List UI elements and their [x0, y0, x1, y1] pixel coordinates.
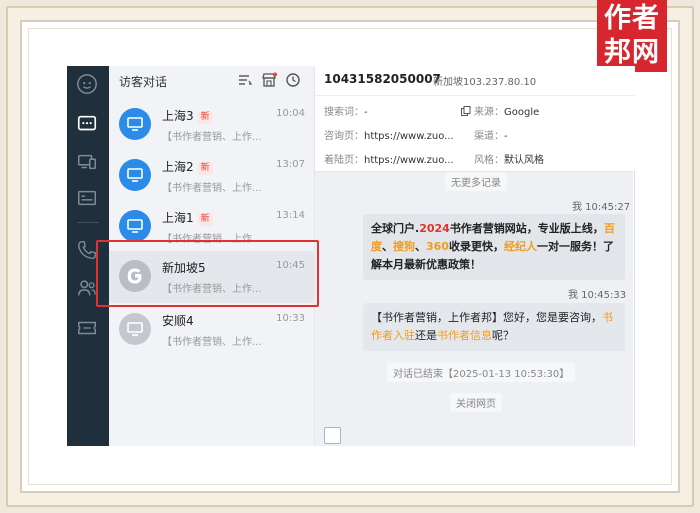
conversation-header: 10431582050007 新加坡103.237.80.10 [315, 66, 635, 96]
chat-history: 无更多记录 我 10:45:27 全球门户.2024书作者营销网站，专业版上线，… [315, 171, 633, 446]
logo-line-1: 作者 [604, 3, 660, 34]
message-bubble: 全球门户.2024书作者营销网站，专业版上线，百度、搜狗、360收录更快，经纪人… [363, 214, 625, 280]
new-badge: 新 [197, 213, 213, 226]
monitor-avatar-icon [119, 210, 151, 242]
highlight-box [96, 240, 319, 307]
visitor-location: 新加坡103.237.80.10 [433, 77, 537, 88]
visitor-item-anshun4[interactable]: 安顺4 10:33 【书作者营销、上作... [109, 304, 315, 356]
consult-page-row: 咨询页：https://www.zuo... [324, 131, 454, 142]
visitor-name: 上海1 新 [162, 209, 213, 226]
visitor-snippet: 【书作者营销、上作... [162, 183, 262, 194]
message-input[interactable] [324, 427, 341, 444]
agent-avatar-icon[interactable] [75, 72, 99, 96]
chat-icon[interactable] [75, 112, 99, 136]
copy-icon[interactable] [461, 106, 471, 116]
visitor-time: 13:07 [276, 159, 305, 170]
message-meta: 我 10:45:33 [568, 290, 627, 301]
rail-divider [77, 222, 99, 223]
devices-icon[interactable] [75, 150, 99, 174]
visitor-time: 10:04 [276, 108, 305, 119]
brand-logo: 作者 邦网 [597, 0, 667, 72]
page-closed-notice: 关闭网页 [450, 393, 502, 412]
monitor-avatar-icon [119, 108, 151, 140]
visitor-name: 安顺4 [162, 314, 194, 328]
style-row: 风格：默认风格 [474, 155, 544, 166]
landing-page-link[interactable]: https://www.zuo... [364, 155, 454, 166]
monitor-avatar-icon [119, 159, 151, 191]
visitor-item-shanghai2[interactable]: 上海2 新 13:07 【书作者营销、上作... [109, 150, 315, 202]
store-icon[interactable] [261, 72, 277, 88]
new-badge: 新 [197, 111, 213, 124]
visitor-snippet: 【书作者营销、上作... [162, 337, 262, 348]
visitor-name: 上海3 新 [162, 107, 213, 124]
search-term-row: 搜索词：- [324, 107, 368, 118]
landing-page-row: 着陆页：https://www.zuo... [324, 155, 454, 166]
visitor-list-title: 访客对话 [119, 75, 168, 89]
new-badge: 新 [197, 162, 213, 175]
conversation-ended-notice: 对话已结束【2025-01-13 10:53:30】 [387, 363, 576, 382]
channel-row: 渠道：- [474, 131, 508, 142]
visitor-time: 10:33 [276, 313, 305, 324]
ticket-icon[interactable] [75, 316, 99, 340]
monitor-avatar-icon [119, 313, 151, 345]
message-meta: 我 10:45:27 [572, 202, 631, 213]
clock-icon[interactable] [285, 72, 301, 88]
visitor-list-header: 访客对话 [109, 66, 315, 96]
chat-scrollbar[interactable] [634, 171, 635, 446]
source-row: 来源：Google [461, 103, 539, 118]
card-icon[interactable] [75, 186, 99, 210]
visitor-item-shanghai3[interactable]: 上海3 新 10:04 【书作者营销、上作... [109, 99, 315, 151]
message-bubble: 【书作者营销，上作者邦】您好，您是要咨询，书作者入驻还是书作者信息呢？ [363, 303, 625, 351]
visitor-snippet: 【书作者营销、上作... [162, 132, 262, 143]
visitor-id: 10431582050007 [324, 72, 441, 86]
visitor-time: 13:14 [276, 210, 305, 221]
visitor-info: 搜索词：- 来源：Google 咨询页：https://www.zuo... 渠… [315, 96, 635, 171]
no-more-records[interactable]: 无更多记录 [445, 172, 507, 191]
consult-page-link[interactable]: https://www.zuo... [364, 131, 454, 142]
conversation-panel: 10431582050007 新加坡103.237.80.10 搜索词：- 来源… [315, 66, 635, 446]
visitor-name: 上海2 新 [162, 158, 213, 175]
filter-list-icon[interactable] [237, 72, 253, 88]
logo-line-2: 邦网 [604, 37, 660, 68]
